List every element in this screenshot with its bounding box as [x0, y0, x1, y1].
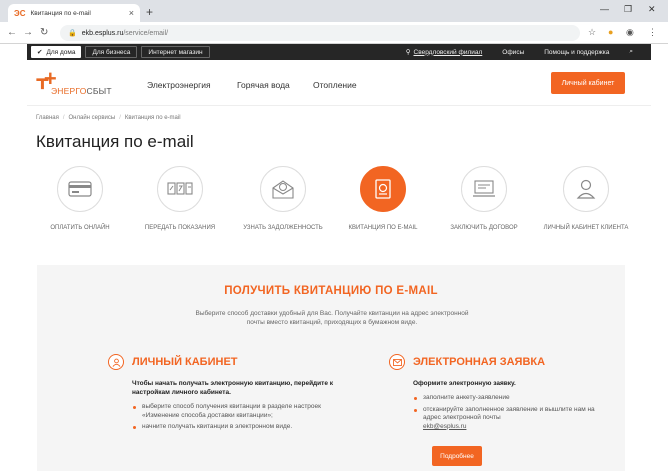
- option-steps: выберите способ получения квитанции в ра…: [132, 403, 338, 432]
- meter-icon: [157, 166, 203, 212]
- option-subtitle: Оформите электронную заявку.: [413, 380, 516, 387]
- window-close-icon[interactable]: ✕: [648, 4, 656, 15]
- back-icon[interactable]: ←: [7, 27, 17, 38]
- panel-title: ПОЛУЧИТЬ КВИТАНЦИЮ ПО E-MAIL: [224, 285, 438, 297]
- site-header: ᚁ+ ЭНЕРГОСБЫТ Электроэнергия Горячая вод…: [27, 60, 651, 106]
- email-link[interactable]: ekb@esplus.ru: [423, 423, 466, 430]
- service-sign-contract[interactable]: Заключить договор: [439, 166, 529, 232]
- segment-home-label: Для дома: [46, 48, 76, 56]
- breadcrumb-current: Квитанция по e-mail: [124, 115, 181, 121]
- service-submit-readings[interactable]: Передать показания: [135, 166, 225, 232]
- segment-home[interactable]: ✔ Для дома: [31, 46, 82, 58]
- site-favicon-icon: ЭС: [14, 8, 26, 18]
- browser-tabbar: ЭС Квитанция по e-mail × + — ❐ ✕: [0, 0, 668, 22]
- logo-text: ЭНЕРГОСБЫТ: [51, 86, 112, 96]
- url-host: ekb.esplus.ru: [81, 29, 124, 37]
- segment-business[interactable]: Для бизнеса: [85, 46, 138, 58]
- maximize-icon[interactable]: ❐: [624, 4, 632, 15]
- service-label: Квитанция по e-mail: [348, 225, 418, 231]
- site-logo[interactable]: ᚁ+ ЭНЕРГОСБЫТ: [37, 68, 137, 98]
- list-item: выберите способ получения квитанции в ра…: [132, 403, 322, 420]
- address-bar[interactable]: 🔒 ekb.esplus.ru/service/email/: [60, 25, 580, 41]
- minimize-icon[interactable]: —: [600, 4, 609, 14]
- site-topbar: ✔ Для дома Для бизнеса Интернет магазин …: [27, 44, 651, 60]
- tab-close-icon[interactable]: ×: [129, 8, 134, 18]
- nav-electricity[interactable]: Электроэнергия: [147, 80, 211, 90]
- browser-menu-icon[interactable]: ⋮: [648, 27, 657, 38]
- breadcrumb: Главная / Онлайн сервисы / Квитанция по e-ma…: [36, 115, 181, 121]
- list-item: отсканируйте заполненное заявление и выш…: [413, 406, 603, 432]
- email-receipt-icon: [360, 166, 406, 212]
- list-item: начните получать квитанции в электронном…: [132, 423, 322, 432]
- list-item: заполните анкету-заявление: [413, 394, 603, 403]
- service-label: Оплатить онлайн: [50, 225, 110, 231]
- envelope-icon: [389, 354, 405, 370]
- offices-link[interactable]: Офисы: [502, 49, 524, 56]
- option-steps: заполните анкету-заявление отсканируйте …: [413, 394, 619, 431]
- option-title: Личный кабинет: [132, 356, 238, 368]
- service-pay-online[interactable]: Оплатить онлайн: [35, 166, 125, 232]
- branch-link[interactable]: Свердловский филиал: [414, 49, 483, 56]
- help-link[interactable]: Помощь и поддержка: [544, 49, 609, 56]
- segment-business-label: Для бизнеса: [92, 48, 131, 56]
- lock-icon: 🔒: [68, 30, 77, 37]
- service-client-cabinet[interactable]: Личный кабинет клиента: [541, 166, 631, 232]
- forward-icon[interactable]: →: [23, 27, 33, 38]
- segment-shop[interactable]: Интернет магазин: [141, 46, 210, 58]
- card-icon: [57, 166, 103, 212]
- service-label: Заключить договор: [450, 225, 518, 231]
- page-title: Квитанция по e-mail: [36, 132, 194, 151]
- url-path: /service/email/: [123, 29, 169, 37]
- segment-shop-label: Интернет магазин: [148, 48, 203, 56]
- location-pin-icon: ⚲: [405, 49, 411, 56]
- breadcrumb-home[interactable]: Главная: [36, 115, 59, 121]
- extension-icon[interactable]: ●: [608, 27, 613, 37]
- check-icon: ✔: [37, 49, 43, 56]
- service-email-receipt[interactable]: Квитанция по e-mail: [338, 166, 428, 232]
- nav-heating[interactable]: Отопление: [313, 80, 357, 90]
- user-icon: [108, 354, 124, 370]
- service-label: Личный кабинет клиента: [543, 225, 629, 231]
- option-personal-cabinet: Личный кабинет Чтобы начать получать эле…: [108, 354, 338, 435]
- tab-title: Квитанция по e-mail: [30, 9, 91, 17]
- reload-icon[interactable]: ↻: [40, 27, 48, 38]
- browser-tab[interactable]: ЭС Квитанция по e-mail ×: [8, 4, 140, 22]
- details-button[interactable]: Подробнее: [432, 446, 482, 466]
- search-icon[interactable]: ⌕: [629, 48, 633, 56]
- user-icon: [563, 166, 609, 212]
- option-subtitle: Чтобы начать получать электронную квитан…: [132, 380, 334, 396]
- debt-envelope-icon: [260, 166, 306, 212]
- new-tab-icon[interactable]: +: [146, 5, 153, 19]
- service-check-debt[interactable]: Узнать задолженность: [238, 166, 328, 232]
- breadcrumb-online-services[interactable]: Онлайн сервисы: [69, 115, 116, 121]
- option-title: Электронная заявка: [413, 356, 546, 368]
- profile-icon[interactable]: ◉: [626, 27, 634, 38]
- browser-toolbar: ← → ↻ 🔒 ekb.esplus.ru/service/email/ ☆ ●…: [0, 22, 668, 44]
- panel-description: Выберите способ доставки удобный для Вас…: [195, 310, 469, 326]
- nav-hot-water[interactable]: Горячая вода: [237, 80, 290, 90]
- service-label: Передать показания: [144, 225, 216, 231]
- option-electronic-application: Электронная заявка Оформите электронную …: [389, 354, 619, 434]
- email-receipt-panel: ПОЛУЧИТЬ КВИТАНЦИЮ ПО E-MAIL Выберите сп…: [37, 265, 625, 471]
- service-label: Узнать задолженность: [243, 225, 323, 231]
- contract-icon: [461, 166, 507, 212]
- bookmark-star-icon[interactable]: ☆: [588, 27, 596, 38]
- personal-cabinet-button[interactable]: Личный кабинет: [551, 72, 625, 94]
